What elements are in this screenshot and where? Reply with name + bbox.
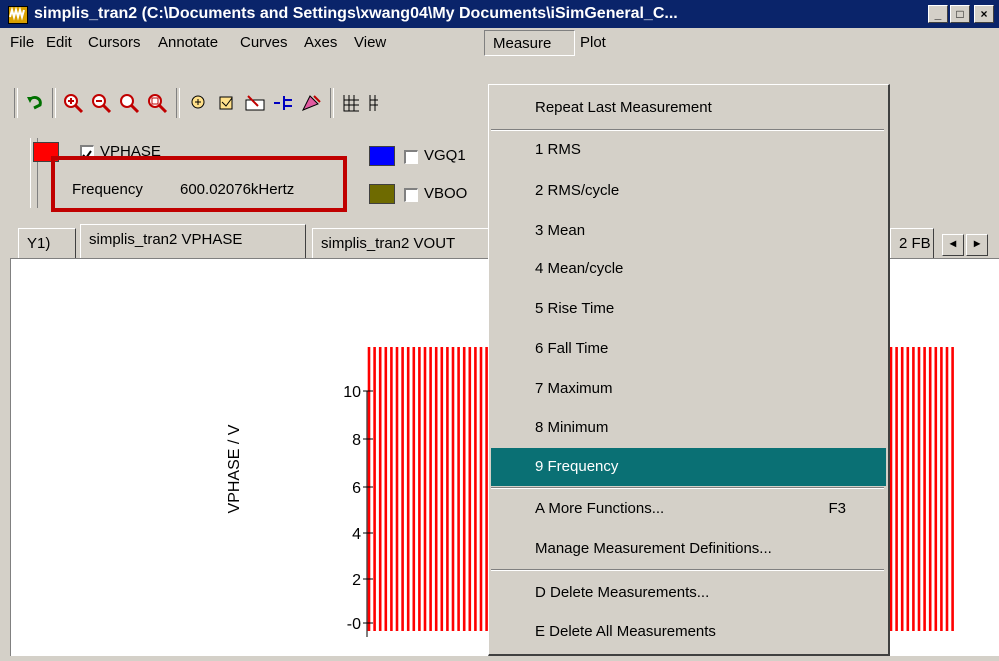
undo-icon[interactable] bbox=[24, 92, 46, 114]
erase-annotation-icon[interactable] bbox=[300, 92, 322, 114]
menu-separator bbox=[491, 569, 884, 571]
menu-axes[interactable]: Axes bbox=[304, 34, 337, 51]
legend-label-vboo: VBOO bbox=[424, 185, 468, 202]
toolbar-separator bbox=[176, 88, 180, 118]
menu-file[interactable]: File bbox=[10, 34, 34, 51]
menu-item-frequency[interactable]: 9 Frequency bbox=[491, 448, 886, 486]
vboo-checkbox[interactable] bbox=[404, 188, 418, 202]
add-marker-icon[interactable] bbox=[272, 92, 294, 114]
menu-item-mean-cycle[interactable]: 4 Mean/cycle bbox=[491, 250, 886, 288]
zoom-fit-icon[interactable] bbox=[118, 92, 140, 114]
toolbar-separator bbox=[52, 88, 56, 118]
zoom-in-icon[interactable] bbox=[62, 92, 84, 114]
menu-item-rise-time[interactable]: 5 Rise Time bbox=[491, 290, 886, 328]
menu-annotate[interactable]: Annotate bbox=[158, 34, 218, 51]
annotate-text-icon[interactable] bbox=[244, 92, 266, 114]
menu-item-delete-all[interactable]: E Delete All Measurements bbox=[491, 613, 886, 651]
grid-icon[interactable] bbox=[340, 92, 362, 114]
y-tick-label: -0 bbox=[347, 616, 361, 633]
menu-item-minimum[interactable]: 8 Minimum bbox=[491, 409, 886, 447]
cursor-hand-icon[interactable] bbox=[216, 92, 238, 114]
title-bar[interactable]: simplis_tran2 (C:\Documents and Settings… bbox=[0, 0, 999, 28]
hand-pan-icon[interactable] bbox=[188, 92, 210, 114]
menu-measure[interactable]: Measure bbox=[484, 30, 575, 56]
tab-scroll-right-icon[interactable]: ▸ bbox=[966, 234, 988, 256]
menu-item-more-functions[interactable]: A More Functions... F3 bbox=[491, 490, 886, 528]
menu-item-maximum[interactable]: 7 Maximum bbox=[491, 370, 886, 408]
menu-plot[interactable]: Plot bbox=[580, 34, 606, 51]
zoom-out-icon[interactable] bbox=[90, 92, 112, 114]
menu-edit[interactable]: Edit bbox=[46, 34, 72, 51]
menu-item-more-functions-label: A More Functions... bbox=[535, 500, 665, 517]
y-tick-label: 8 bbox=[352, 432, 361, 449]
waveform-icon bbox=[8, 6, 28, 24]
menu-item-rms-cycle[interactable]: 2 RMS/cycle bbox=[491, 172, 886, 210]
tab-scroll-left-icon[interactable]: ◂ bbox=[942, 234, 964, 256]
legend-swatch-vgq1 bbox=[369, 146, 395, 166]
maximize-icon[interactable]: □ bbox=[950, 5, 970, 23]
window-title: simplis_tran2 (C:\Documents and Settings… bbox=[34, 5, 678, 22]
grid-alt-icon[interactable] bbox=[366, 92, 388, 114]
toolbar-separator bbox=[14, 88, 18, 118]
toolbar-separator bbox=[330, 88, 334, 118]
tab-fb[interactable]: 2 FB bbox=[890, 228, 934, 258]
menu-cursors[interactable]: Cursors bbox=[88, 34, 141, 51]
zoom-box-icon[interactable] bbox=[146, 92, 168, 114]
menu-separator bbox=[491, 487, 884, 489]
menu-item-repeat-last[interactable]: Repeat Last Measurement bbox=[491, 89, 886, 127]
y-tick-label: 4 bbox=[352, 526, 361, 543]
menu-item-manage-definitions[interactable]: Manage Measurement Definitions... bbox=[491, 530, 886, 568]
shortcut-f3: F3 bbox=[828, 500, 846, 517]
tab-vout[interactable]: simplis_tran2 VOUT bbox=[312, 228, 492, 258]
menu-view[interactable]: View bbox=[354, 34, 386, 51]
menu-item-delete-measurements[interactable]: D Delete Measurements... bbox=[491, 574, 886, 612]
y-tick-label: 10 bbox=[343, 384, 361, 401]
close-icon[interactable]: × bbox=[974, 5, 994, 23]
menu-item-rms[interactable]: 1 RMS bbox=[491, 131, 886, 169]
tab-y1[interactable]: Y1) bbox=[18, 228, 76, 258]
vgq1-checkbox[interactable] bbox=[404, 150, 418, 164]
legend-swatch-vboo bbox=[369, 184, 395, 204]
y-axis-label: VPHASE / V bbox=[226, 424, 243, 514]
tab-vphase[interactable]: simplis_tran2 VPHASE bbox=[80, 224, 306, 258]
y-tick-label: 6 bbox=[352, 480, 361, 497]
menu-item-mean[interactable]: 3 Mean bbox=[491, 212, 886, 250]
legend-label-vgq1: VGQ1 bbox=[424, 147, 466, 164]
menu-curves[interactable]: Curves bbox=[240, 34, 288, 51]
frequency-highlight-box bbox=[51, 156, 347, 212]
minimize-icon[interactable]: _ bbox=[928, 5, 948, 23]
menu-item-fall-time[interactable]: 6 Fall Time bbox=[491, 330, 886, 368]
y-tick-label: 2 bbox=[352, 572, 361, 589]
